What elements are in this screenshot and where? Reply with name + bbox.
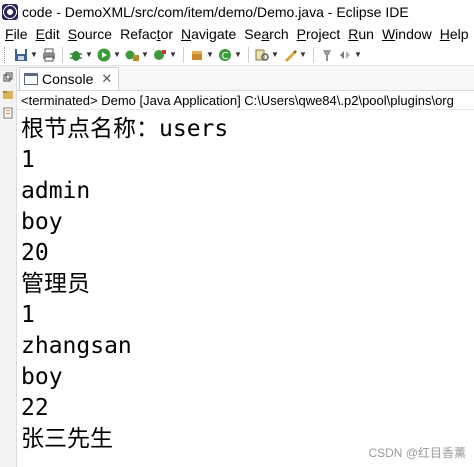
eclipse-app-icon <box>2 4 18 20</box>
menu-source[interactable]: Source <box>63 26 115 42</box>
toolbar-separator <box>183 46 184 63</box>
run-config-icon[interactable] <box>124 47 140 63</box>
run-config-dropdown-icon[interactable]: ▼ <box>141 47 149 63</box>
new-class-icon[interactable] <box>189 47 205 63</box>
run-icon[interactable] <box>96 47 112 63</box>
console-line: zhangsan <box>21 333 132 359</box>
new-class-dropdown-icon[interactable]: ▼ <box>206 47 214 63</box>
console-tab-bar: Console ✕ <box>17 66 474 91</box>
console-line: 1 <box>21 302 35 328</box>
external-tools-icon[interactable] <box>152 47 168 63</box>
console-process-status: <terminated> Demo [Java Application] C:\… <box>17 91 474 110</box>
menu-help[interactable]: Help <box>435 26 472 42</box>
menu-refactor[interactable]: Refactor <box>115 26 176 42</box>
new-package-icon[interactable]: C <box>217 47 233 63</box>
run-dropdown-icon[interactable]: ▼ <box>113 47 121 63</box>
watermark: CSDN @红目香薰 <box>368 446 466 460</box>
tab-console[interactable]: Console ✕ <box>19 67 120 90</box>
eclipse-window: code - DemoXML/src/com/item/demo/Demo.ja… <box>0 0 474 467</box>
title-bar: code - DemoXML/src/com/item/demo/Demo.ja… <box>0 0 474 24</box>
print-icon[interactable] <box>41 47 57 63</box>
restore-icon[interactable] <box>1 70 15 84</box>
console-line: boy <box>21 209 63 235</box>
pin-icon[interactable] <box>319 47 335 63</box>
toolbar-separator <box>248 46 249 63</box>
new-package-dropdown-icon[interactable]: ▼ <box>234 47 242 63</box>
annotation-dropdown-icon[interactable]: ▼ <box>299 47 307 63</box>
search-icon[interactable] <box>254 47 270 63</box>
console-line: 管理员 <box>21 271 90 297</box>
menu-navigate[interactable]: Navigate <box>176 26 239 42</box>
toggle-dropdown-icon[interactable]: ▼ <box>354 47 362 63</box>
toolbar-separator <box>313 46 314 63</box>
console-line: boy <box>21 364 63 390</box>
menu-search[interactable]: Search <box>239 26 291 42</box>
console-line: 根节点名称：users <box>21 116 229 142</box>
console-icon <box>24 73 38 85</box>
left-trim-bar <box>0 66 17 467</box>
menu-edit[interactable]: Edit <box>31 26 63 42</box>
menu-project[interactable]: Project <box>292 26 344 42</box>
toggle-icon[interactable] <box>337 47 353 63</box>
toolbar-separator <box>62 46 63 63</box>
menu-run[interactable]: Run <box>343 26 377 42</box>
external-tools-dropdown-icon[interactable]: ▼ <box>169 47 177 63</box>
toolbar-grip[interactable] <box>4 46 8 63</box>
console-tab-label: Console <box>42 71 94 87</box>
menu-window[interactable]: Window <box>377 26 435 42</box>
menu-file[interactable]: File <box>0 26 31 42</box>
console-output[interactable]: 根节点名称：users 1 admin boy 20 管理员 1 zhangsa… <box>17 110 474 455</box>
package-explorer-icon[interactable] <box>1 88 15 102</box>
console-line: 22 <box>21 395 49 421</box>
close-icon[interactable]: ✕ <box>101 71 112 87</box>
window-title: code - DemoXML/src/com/item/demo/Demo.ja… <box>22 4 409 20</box>
console-line: 1 <box>21 147 35 173</box>
debug-dropdown-icon[interactable]: ▼ <box>85 47 93 63</box>
debug-icon[interactable] <box>68 47 84 63</box>
menu-bar: File Edit Source Refactor Navigate Searc… <box>0 24 474 44</box>
svg-text:C: C <box>222 51 229 62</box>
main-toolbar: ▼ ▼ ▼ ▼ ▼ ▼ C ▼ ▼ ▼ ▼ <box>0 44 474 66</box>
search-dropdown-icon[interactable]: ▼ <box>271 47 279 63</box>
annotation-icon[interactable] <box>282 47 298 63</box>
console-line: 20 <box>21 240 49 266</box>
outline-icon[interactable] <box>1 106 15 120</box>
console-line: admin <box>21 178 91 204</box>
console-view: Console ✕ <terminated> Demo [Java Applic… <box>17 66 474 467</box>
save-dropdown-icon[interactable]: ▼ <box>30 47 38 63</box>
save-icon[interactable] <box>13 47 29 63</box>
